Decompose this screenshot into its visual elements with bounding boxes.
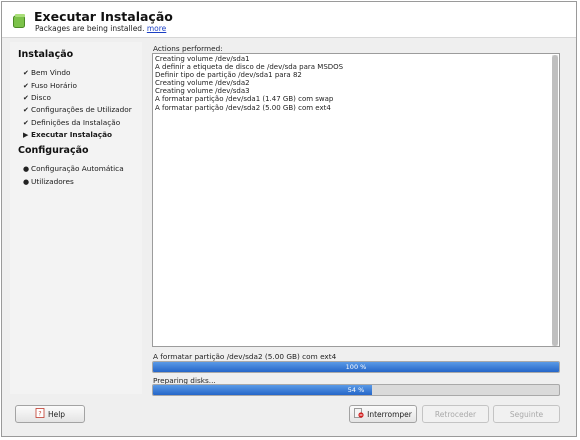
log-label: Actions performed:	[153, 44, 223, 53]
step-configuracoes-utilizador: ✔ Configurações de Utilizador	[23, 105, 132, 114]
check-icon: ✔	[23, 105, 29, 114]
page-subtitle: Packages are being installed. more	[35, 24, 166, 33]
step-label: Bem Vindo	[31, 68, 71, 77]
arrow-right-icon: ▶	[23, 130, 29, 139]
step-disco: ✔ Disco	[23, 93, 51, 102]
step-definicoes-instalacao: ✔ Definições da Instalação	[23, 118, 120, 127]
next-button-label: Seguinte	[509, 409, 544, 419]
log-line: Creating volume /dev/sda2	[155, 79, 250, 88]
step-configuracao-automatica: ● Configuração Automática	[23, 164, 124, 173]
log-scrollbar[interactable]	[552, 55, 558, 346]
abort-button[interactable]: Interromper	[349, 405, 417, 423]
step-label: Definições da Instalação	[31, 118, 121, 127]
log-line: Creating volume /dev/sda1	[155, 55, 250, 63]
abort-button-label: Interromper	[367, 409, 412, 419]
bullet-icon: ●	[23, 164, 30, 173]
current-progress-bar: 100 %	[152, 361, 560, 373]
more-link[interactable]: more	[147, 24, 166, 33]
stop-icon	[354, 408, 364, 420]
next-button[interactable]: Seguinte	[493, 405, 560, 423]
scrollbar-thumb[interactable]	[552, 55, 558, 346]
help-button[interactable]: ? Help	[15, 405, 85, 423]
step-label: Fuso Horário	[31, 81, 77, 90]
back-button[interactable]: Retroceder	[422, 405, 489, 423]
step-label: Utilizadores	[31, 177, 74, 186]
bullet-icon: ●	[23, 177, 30, 186]
log-line: A formatar partição /dev/sda2 (5.00 GB) …	[155, 103, 331, 112]
check-icon: ✔	[23, 81, 29, 90]
help-book-icon: ?	[35, 408, 45, 420]
log-line: A definir a etiqueta de disco de /dev/sd…	[155, 63, 344, 72]
check-icon: ✔	[23, 118, 29, 127]
svg-text:?: ?	[38, 411, 41, 418]
step-label: Configuração Automática	[31, 164, 124, 173]
check-icon: ✔	[23, 93, 29, 102]
section-title-configuration: Configuração	[18, 145, 89, 156]
header: Executar Instalação Packages are being i…	[2, 2, 576, 38]
check-icon: ✔	[23, 68, 29, 77]
overall-progress-bar: 54 %	[152, 384, 560, 396]
installer-icon	[13, 14, 25, 28]
help-button-label: Help	[47, 409, 66, 419]
actions-log[interactable]: Creating volume /dev/sda1 A definir a et…	[152, 53, 560, 347]
step-label: Configurações de Utilizador	[31, 105, 132, 114]
back-button-label: Retroceder	[434, 409, 477, 419]
progress-text: 100 %	[345, 363, 367, 371]
log-line: Definir tipo de partição /dev/sda1 para …	[155, 71, 302, 80]
section-title-installation: Instalação	[18, 49, 74, 60]
progress-text: 54 %	[347, 386, 365, 394]
log-lines: Creating volume /dev/sda1 A definir a et…	[155, 55, 343, 112]
installer-window: Executar Instalação Packages are being i…	[1, 1, 577, 437]
step-label: Executar Instalação	[31, 130, 113, 139]
current-step-label: A formatar partição /dev/sda2 (5.00 GB) …	[153, 352, 337, 361]
log-line: A formatar partição /dev/sda1 (1.47 GB) …	[155, 95, 334, 104]
subtitle-text: Packages are being installed.	[35, 24, 145, 33]
step-bem-vindo: ✔ Bem Vindo	[23, 68, 71, 77]
steps-sidebar: Instalação ✔ Bem Vindo ✔ Fuso Horário ✔ …	[10, 42, 142, 394]
log-line: Creating volume /dev/sda3	[155, 87, 250, 96]
step-label: Disco	[31, 93, 51, 102]
step-utilizadores: ● Utilizadores	[23, 177, 74, 186]
step-executar-instalacao: ▶ Executar Instalação	[23, 130, 112, 139]
step-fuso-horario: ✔ Fuso Horário	[23, 81, 77, 90]
page-title: Executar Instalação	[34, 9, 173, 24]
